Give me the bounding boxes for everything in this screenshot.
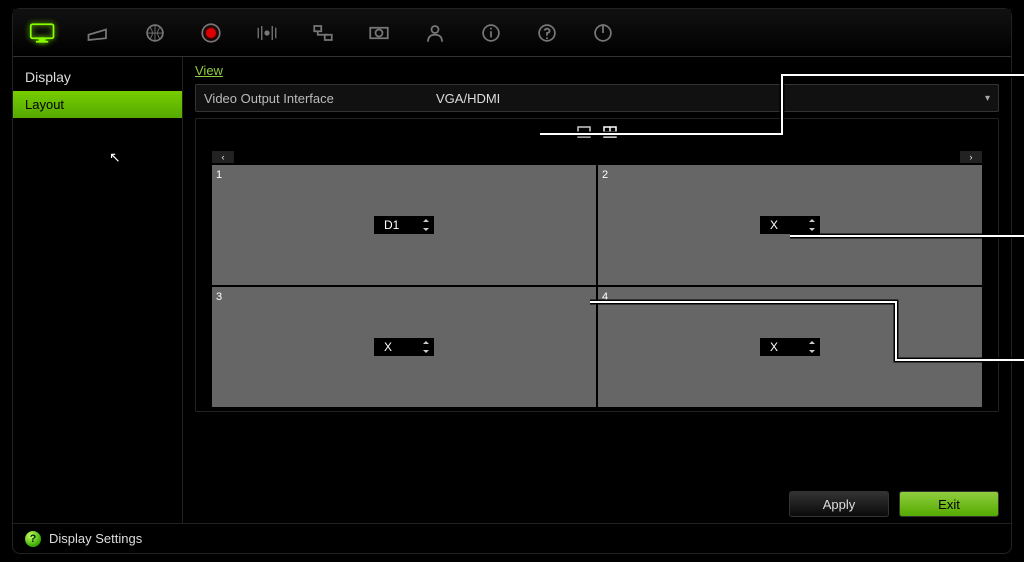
single-view-icon[interactable]: [577, 126, 591, 141]
motion-icon[interactable]: [249, 17, 285, 49]
layout-cell-3[interactable]: 3 X: [212, 287, 596, 407]
cell-number: 1: [216, 169, 222, 181]
sidebar-item-layout[interactable]: Layout: [13, 91, 182, 118]
cell-number: 4: [602, 291, 608, 303]
main-panel: View Video Output Interface VGA/HDMI ▾: [183, 57, 1011, 523]
camera-icon[interactable]: [81, 17, 117, 49]
video-output-label: Video Output Interface: [204, 91, 424, 106]
cell-channel-select-2[interactable]: X: [760, 216, 820, 234]
status-label: Display Settings: [49, 531, 142, 546]
layout-cell-2[interactable]: 2 X: [598, 165, 982, 285]
dropdown-caret-icon: ▾: [985, 93, 990, 104]
apply-button[interactable]: Apply: [789, 491, 889, 517]
help-status-icon[interactable]: ?: [25, 531, 41, 547]
cursor-icon: ↖: [109, 149, 121, 166]
layout-panel: ‹ › 1 D1 2 X 3 X: [195, 118, 999, 412]
monitor-icon[interactable]: [25, 17, 61, 49]
globe-icon[interactable]: [137, 17, 173, 49]
video-output-row[interactable]: Video Output Interface VGA/HDMI ▾: [195, 84, 999, 112]
quad-view-icon[interactable]: [603, 126, 617, 141]
layout-cell-4[interactable]: 4 X: [598, 287, 982, 407]
exit-button[interactable]: Exit: [899, 491, 999, 517]
cell-channel-select-1[interactable]: D1: [374, 216, 434, 234]
cell-number: 2: [602, 169, 608, 181]
sidebar: Display Layout: [13, 57, 183, 523]
status-bar: ? Display Settings: [13, 523, 1011, 553]
record-icon[interactable]: [193, 17, 229, 49]
video-output-value: VGA/HDMI: [436, 91, 973, 106]
sidebar-item-label: Layout: [25, 97, 64, 112]
cell-channel-select-4[interactable]: X: [760, 338, 820, 356]
cell-channel-select-3[interactable]: X: [374, 338, 434, 356]
info-icon[interactable]: [473, 17, 509, 49]
power-icon[interactable]: [585, 17, 621, 49]
page-prev-button[interactable]: ‹: [212, 151, 234, 163]
cell-number: 3: [216, 291, 222, 303]
sidebar-category: Display: [13, 63, 182, 91]
hdd-icon[interactable]: [361, 17, 397, 49]
tab-view[interactable]: View: [195, 57, 223, 84]
layout-cell-1[interactable]: 1 D1: [212, 165, 596, 285]
help-icon[interactable]: [529, 17, 565, 49]
top-toolbar: [13, 9, 1011, 57]
user-icon[interactable]: [417, 17, 453, 49]
network-icon[interactable]: [305, 17, 341, 49]
page-next-button[interactable]: ›: [960, 151, 982, 163]
